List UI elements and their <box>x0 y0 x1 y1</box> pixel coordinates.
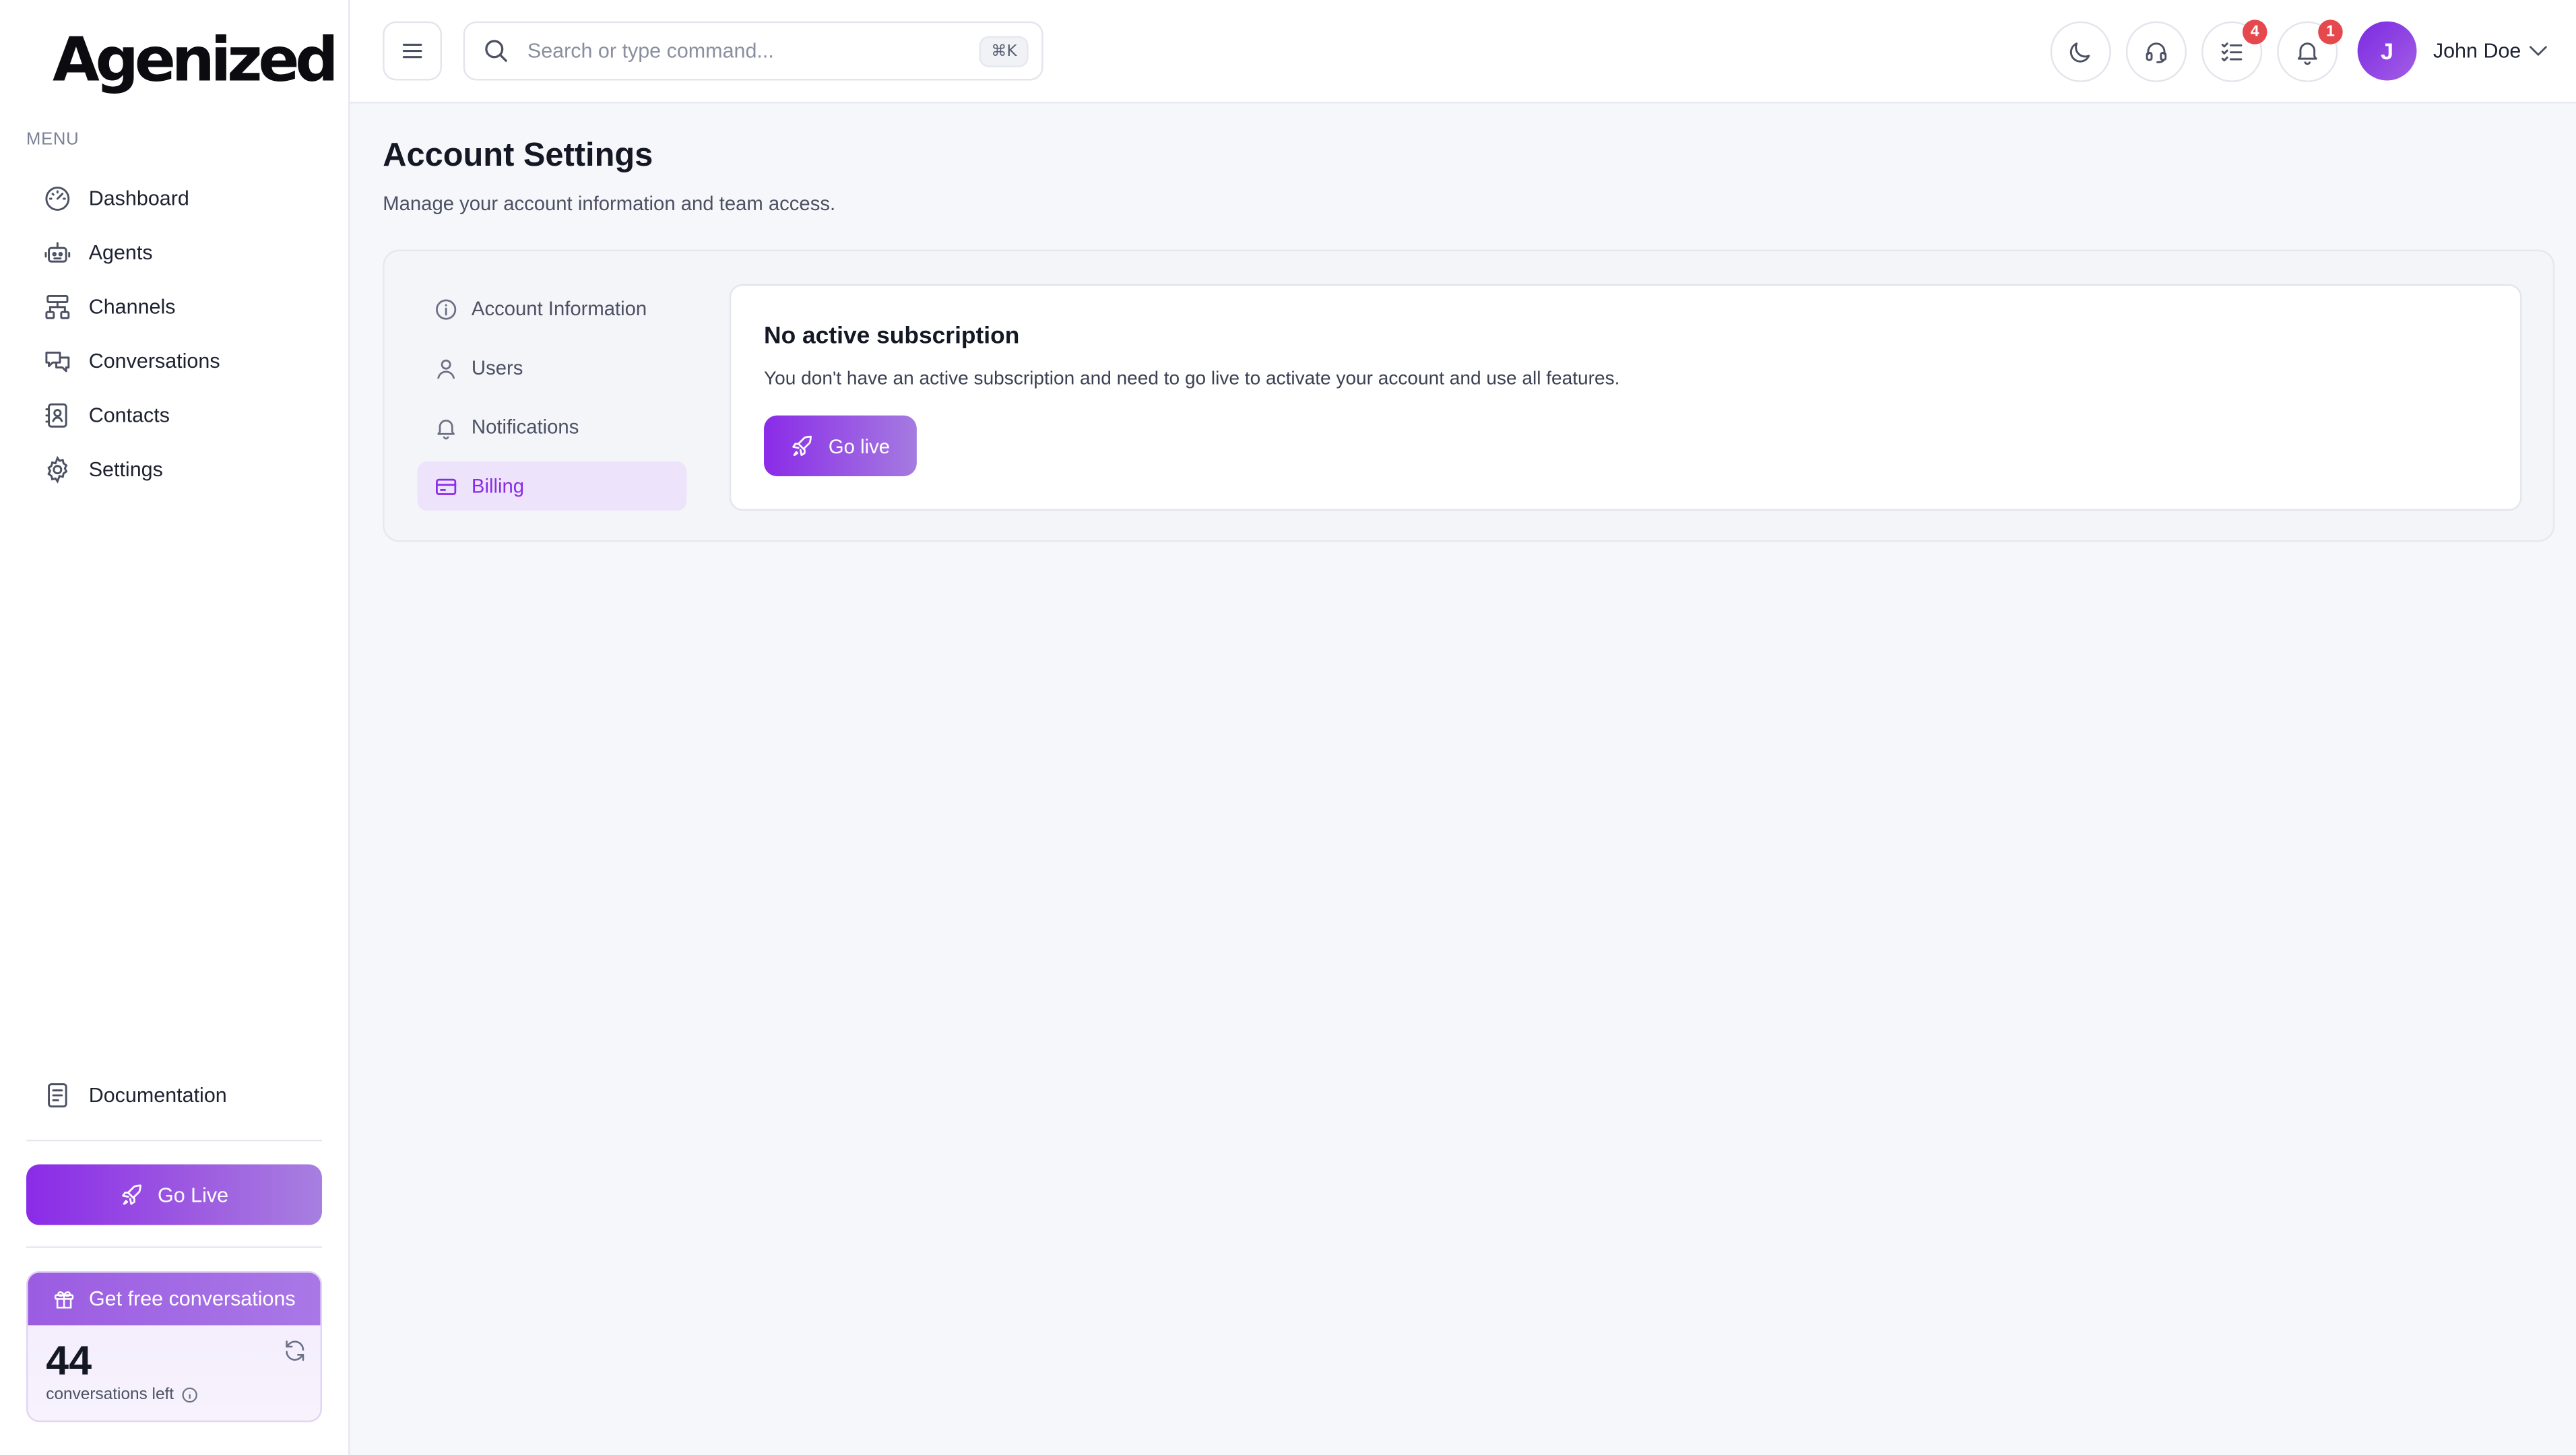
sidebar-divider <box>26 1139 323 1142</box>
sidebar-item-label: Channels <box>88 294 176 318</box>
bell-icon <box>2294 38 2321 65</box>
tab-account-information[interactable]: Account Information <box>417 284 686 333</box>
chat-bubbles-icon <box>42 346 72 375</box>
search-box[interactable]: ⌘K <box>463 21 1043 81</box>
sidebar-item-label: Conversations <box>88 349 220 373</box>
promo-header-label: Get free conversations <box>88 1287 296 1311</box>
menu-toggle-button[interactable] <box>383 21 443 81</box>
chevron-down-icon[interactable] <box>2527 40 2550 63</box>
page-title: Account Settings <box>383 137 653 174</box>
tab-users[interactable]: Users <box>417 344 686 393</box>
info-icon[interactable] <box>181 1386 199 1404</box>
sidebar-item-label: Contacts <box>88 403 170 426</box>
page-subtitle: Manage your account information and team… <box>383 192 836 216</box>
rocket-icon <box>791 434 816 459</box>
sidebar-item-agents[interactable]: Agents <box>26 225 322 279</box>
sidebar-item-conversations[interactable]: Conversations <box>26 333 322 387</box>
headset-icon <box>2142 38 2170 65</box>
theme-toggle-button[interactable] <box>2050 21 2111 82</box>
dashboard-gauge-icon <box>42 183 72 213</box>
subscription-message: You don't have an active subscription an… <box>764 369 1620 389</box>
subscription-card: No active subscription You don't have an… <box>729 284 2522 511</box>
settings-panel: Account Information Users Notifications … <box>383 249 2555 542</box>
user-name[interactable]: John Doe <box>2433 40 2521 63</box>
go-live-label: Go Live <box>158 1183 229 1206</box>
moon-icon <box>2067 38 2094 65</box>
info-circle-icon <box>434 296 459 321</box>
hamburger-icon <box>397 36 427 66</box>
tab-label: Billing <box>471 474 525 498</box>
go-live-cta-button[interactable]: Go live <box>764 415 917 476</box>
gift-icon <box>53 1287 75 1310</box>
sidebar-item-documentation[interactable]: Documentation <box>26 1068 322 1122</box>
settings-tabs: Account Information Users Notifications … <box>417 284 687 521</box>
sidebar-item-label: Settings <box>88 457 163 481</box>
tab-label: Account Information <box>471 297 647 321</box>
sidebar-item-label: Dashboard <box>88 186 189 209</box>
credit-card-icon <box>434 474 459 498</box>
contact-book-icon <box>42 400 72 430</box>
conversations-left-count: 44 <box>46 1338 92 1385</box>
refresh-icon[interactable] <box>282 1338 307 1363</box>
tab-label: Notifications <box>471 415 579 439</box>
brand-logo[interactable]: Agenized <box>53 23 339 98</box>
avatar[interactable]: J <box>2357 21 2417 81</box>
tasks-button[interactable]: 4 <box>2201 20 2267 82</box>
sidebar: Agenized MENU Dashboard Agents Channels <box>0 0 350 1455</box>
conversations-left-label: conversations left <box>46 1386 198 1404</box>
rocket-icon <box>120 1182 145 1207</box>
tasks-badge: 4 <box>2242 20 2267 44</box>
sidebar-item-dashboard[interactable]: Dashboard <box>26 171 322 225</box>
bell-icon <box>434 415 459 440</box>
search-icon <box>482 36 511 66</box>
tab-label: Users <box>471 356 523 380</box>
user-icon <box>434 356 459 381</box>
robot-icon <box>42 237 72 267</box>
search-input[interactable] <box>527 39 955 63</box>
subscription-title: No active subscription <box>764 323 1020 350</box>
support-button[interactable] <box>2125 21 2187 82</box>
sidebar-item-contacts[interactable]: Contacts <box>26 387 322 441</box>
sidebar-item-channels[interactable]: Channels <box>26 279 322 333</box>
notifications-button[interactable]: 1 <box>2277 20 2343 82</box>
go-live-button[interactable]: Go Live <box>26 1164 323 1225</box>
go-live-cta-label: Go live <box>828 434 891 457</box>
keyboard-shortcut-hint: ⌘K <box>979 36 1029 67</box>
promo-subtitle: conversations left <box>46 1386 174 1404</box>
sidebar-item-label: Agents <box>88 240 153 264</box>
gear-icon <box>42 454 72 484</box>
menu-section-label: MENU <box>26 129 79 150</box>
free-conversations-card: Get free conversations 44 conversations … <box>26 1270 323 1423</box>
get-free-conversations-button[interactable]: Get free conversations <box>28 1272 321 1326</box>
top-bar: ⌘K 4 1 J John Doe <box>350 0 2576 104</box>
notifications-badge: 1 <box>2318 20 2343 44</box>
channels-hierarchy-icon <box>42 292 72 321</box>
sidebar-divider <box>26 1246 323 1248</box>
document-icon <box>42 1080 72 1109</box>
checklist-icon <box>2218 38 2245 65</box>
sidebar-nav: Dashboard Agents Channels Conversations <box>26 171 322 496</box>
tab-notifications[interactable]: Notifications <box>417 402 686 451</box>
tab-billing[interactable]: Billing <box>417 461 687 511</box>
sidebar-item-label: Documentation <box>88 1082 227 1106</box>
sidebar-item-settings[interactable]: Settings <box>26 442 322 496</box>
